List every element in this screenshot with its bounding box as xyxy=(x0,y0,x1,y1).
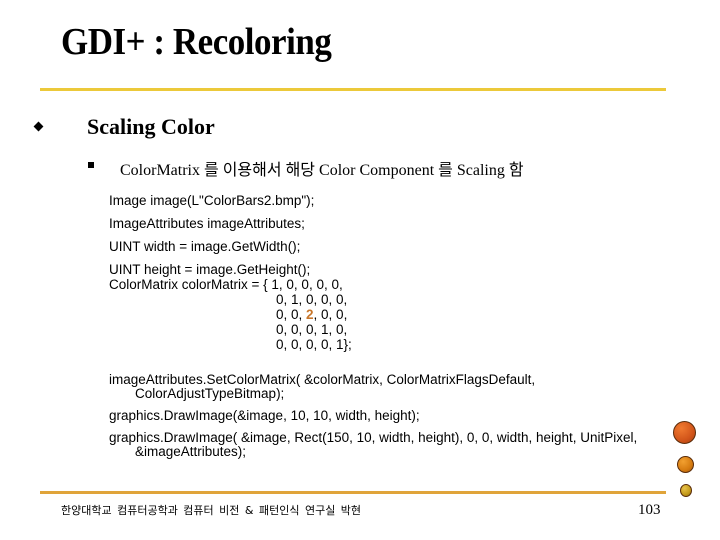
footer-divider xyxy=(40,491,666,494)
code-line: UINT width = image.GetWidth(); xyxy=(109,239,301,254)
code-matrix-row: 0, 1, 0, 0, 0, xyxy=(276,292,348,307)
large-orange-circle-icon xyxy=(673,421,696,444)
square-bullet-icon xyxy=(88,162,94,168)
code-matrix-row: 0, 0, 0, 1, 0, xyxy=(276,322,348,337)
code-line: UINT height = image.GetHeight(); xyxy=(109,262,311,277)
code-line: &imageAttributes); xyxy=(135,444,247,459)
medium-orange-circle-icon xyxy=(677,456,694,473)
bullet-level1: Scaling Color xyxy=(33,114,215,140)
bullet-level1-text: Scaling Color xyxy=(87,114,215,139)
code-line: ColorAdjustTypeBitmap); xyxy=(135,386,285,401)
code-matrix-row: 0, 0, 2, 0, 0, xyxy=(276,307,347,322)
code-line: Image image(L"ColorBars2.bmp"); xyxy=(109,193,315,208)
slide-title: GDI+ : Recoloring xyxy=(61,21,332,63)
code-matrix-row: 0, 0, 0, 0, 1}; xyxy=(276,337,352,352)
code-matrix-decl: ColorMatrix colorMatrix = { 1, 0, 0, 0, … xyxy=(109,277,343,292)
code-line: graphics.DrawImage( &image, Rect(150, 10… xyxy=(109,430,638,445)
bullet-level2: ColorMatrix 를 이용해서 해당 Color Component 를 … xyxy=(88,156,524,180)
footer-text: 한양대학교 컴퓨터공학과 컴퓨터 비전 & 패턴인식 연구실 박현 xyxy=(61,504,362,517)
small-gold-circle-icon xyxy=(680,484,692,497)
code-line: graphics.DrawImage(&image, 10, 10, width… xyxy=(109,408,420,423)
matrix-row3-post: , 0, 0, xyxy=(313,307,348,322)
title-divider xyxy=(40,88,666,91)
matrix-row3-pre: 0, 0, xyxy=(276,307,307,322)
scale-factor-highlight: 2 xyxy=(306,307,314,322)
diamond-bullet-icon xyxy=(33,121,44,132)
bullet-level2-text: ColorMatrix 를 이용해서 해당 Color Component 를 … xyxy=(120,162,524,179)
code-line: ImageAttributes imageAttributes; xyxy=(109,216,305,231)
page-number: 103 xyxy=(638,502,661,518)
code-line: imageAttributes.SetColorMatrix( &colorMa… xyxy=(109,372,536,387)
